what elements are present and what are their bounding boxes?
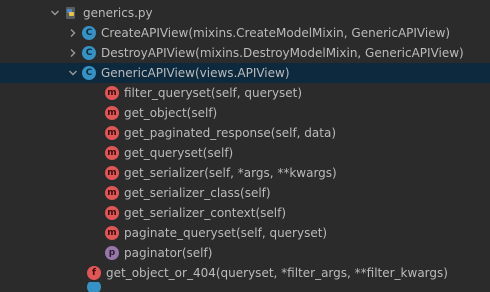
chevron-right-icon[interactable] xyxy=(68,48,78,58)
method-icon: m xyxy=(105,106,119,120)
tree-method[interactable]: m filter_queryset(self, queryset) xyxy=(0,83,490,103)
tree-method[interactable]: m paginate_queryset(self, queryset) xyxy=(0,223,490,243)
method-label: get_serializer_class(self) xyxy=(124,186,271,200)
method-label: get_object(self) xyxy=(124,106,218,120)
tree-partial-row xyxy=(0,282,490,292)
class-icon: C xyxy=(82,26,96,40)
chevron-down-icon[interactable] xyxy=(68,68,78,78)
tree-function[interactable]: f get_object_or_404(queryset, *filter_ar… xyxy=(0,263,490,283)
property-label: paginator(self) xyxy=(124,246,213,260)
tree-class-create-api-view[interactable]: C CreateAPIView(mixins.CreateModelMixin,… xyxy=(0,23,490,43)
method-label: get_serializer_context(self) xyxy=(124,206,287,220)
tree-method[interactable]: m get_serializer_class(self) xyxy=(0,183,490,203)
file-label: generics.py xyxy=(83,6,153,20)
tree-file-generics[interactable]: generics.py xyxy=(0,3,490,23)
python-file-icon xyxy=(64,6,78,20)
method-icon: m xyxy=(105,126,119,140)
class-icon xyxy=(87,282,101,292)
chevron-right-icon[interactable] xyxy=(68,28,78,38)
method-label: get_serializer(self, *args, **kwargs) xyxy=(124,166,337,180)
tree-method[interactable]: m get_queryset(self) xyxy=(0,143,490,163)
method-icon: m xyxy=(105,206,119,220)
tree-method[interactable]: m get_serializer_context(self) xyxy=(0,203,490,223)
class-icon: C xyxy=(82,46,96,60)
class-label: CreateAPIView(mixins.CreateModelMixin, G… xyxy=(101,26,451,40)
method-icon: m xyxy=(105,186,119,200)
method-label: get_queryset(self) xyxy=(124,146,234,160)
function-label: get_object_or_404(queryset, *filter_args… xyxy=(106,266,448,280)
tree-property[interactable]: p paginator(self) xyxy=(0,243,490,263)
method-label: paginate_queryset(self, queryset) xyxy=(124,226,328,240)
method-icon: m xyxy=(105,166,119,180)
method-label: filter_queryset(self, queryset) xyxy=(124,86,303,100)
tree-class-destroy-api-view[interactable]: C DestroyAPIView(mixins.DestroyModelMixi… xyxy=(0,43,490,63)
function-icon: f xyxy=(87,266,101,280)
class-icon: C xyxy=(82,66,96,80)
property-icon: p xyxy=(105,246,119,260)
chevron-down-icon[interactable] xyxy=(50,8,60,18)
method-icon: m xyxy=(105,146,119,160)
method-label: get_paginated_response(self, data) xyxy=(124,126,337,140)
class-label: DestroyAPIView(mixins.DestroyModelMixin,… xyxy=(101,46,464,60)
method-icon: m xyxy=(105,86,119,100)
tree-method[interactable]: m get_paginated_response(self, data) xyxy=(0,123,490,143)
class-label: GenericAPIView(views.APIView) xyxy=(101,66,290,80)
method-icon: m xyxy=(105,226,119,240)
tree-class-generic-api-view[interactable]: C GenericAPIView(views.APIView) xyxy=(0,63,490,83)
tree-method[interactable]: m get_serializer(self, *args, **kwargs) xyxy=(0,163,490,183)
tree-method[interactable]: m get_object(self) xyxy=(0,103,490,123)
